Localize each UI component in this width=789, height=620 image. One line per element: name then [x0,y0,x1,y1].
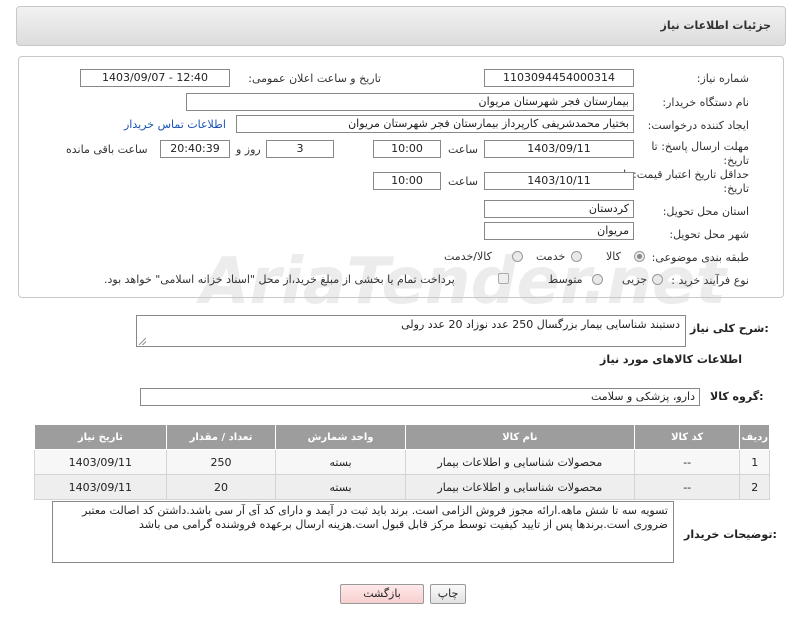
validity-label: حداقل تاریخ اعتبار قیمت: تا تاریخ: [623,168,749,195]
buyer-notes-label: توضیحات خریدار: [684,528,777,541]
summary-label: شرح کلی نیاز: [690,322,769,335]
cell-need-date: 1403/09/11 [34,474,167,500]
province-field: کردستان [484,200,634,218]
validity-date-field: 1403/10/11 [484,172,634,190]
cell-goods-code: -- [633,449,741,475]
summary-text: دستبند شناسایی بیمار بزرگسال 250 عدد نوز… [401,318,680,331]
page-header: جزئیات اطلاعات نیاز [16,6,786,46]
cell-need-date: 1403/09/11 [34,449,167,475]
col-row-number: ردیف [739,424,770,450]
days-label: روز و [236,143,261,156]
goods-info-title: اطلاعات کالاهای مورد نیاز [600,353,742,366]
treasury-payment-note: پرداخت تمام یا بخشی از مبلغ خرید،از محل … [104,273,455,286]
process-medium-radio[interactable] [592,274,603,285]
cell-row-number: 2 [739,474,770,500]
col-goods-name: نام کالا [404,424,635,450]
resize-handle[interactable] [139,338,146,345]
category-service-label: خدمت [536,250,566,263]
category-goods-label: کالا [606,250,621,263]
category-both-radio[interactable] [512,251,523,262]
col-need-date: تاریخ نیاز [34,424,167,450]
table-row: 1 -- محصولات شناسایی و اطلاعات بیمار بست… [34,449,770,475]
buyer-contact-link[interactable]: اطلاعات تماس خریدار [124,118,226,131]
goods-group-label: گروه کالا: [710,390,764,403]
page-title: جزئیات اطلاعات نیاز [660,19,772,32]
category-goods-radio[interactable] [634,251,645,262]
cell-quantity: 250 [165,449,277,475]
treasury-payment-checkbox[interactable] [498,273,509,284]
process-minor-radio[interactable] [652,274,663,285]
need-number-field: 1103094454000314 [484,69,634,87]
cell-goods-name: محصولات شناسایی و اطلاعات بیمار [404,474,635,500]
process-minor-label: جزیی [622,273,648,286]
buyer-notes-box: تسویه سه تا شش ماهه.ارائه مجوز فروش الزا… [52,501,674,563]
remaining-days-field: 3 [266,140,334,158]
deadline-label: مهلت ارسال پاسخ: تا تاریخ: [651,140,749,167]
process-medium-label: متوسط [548,273,583,286]
category-label: طبقه بندی موضوعی: [651,251,749,264]
buyer-org-label: نام دستگاه خریدار: [662,96,749,109]
cell-quantity: 20 [165,474,277,500]
col-unit: واحد شمارش [275,424,406,450]
validity-time-field: 10:00 [373,172,441,190]
remaining-time-field: 20:40:39 [160,140,230,158]
col-quantity: تعداد / مقدار [165,424,277,450]
cell-unit: بسته [275,474,406,500]
city-field: مریوان [484,222,634,240]
province-label: استان محل تحویل: [662,205,749,218]
summary-textarea[interactable]: دستبند شناسایی بیمار بزرگسال 250 عدد نوز… [136,315,686,347]
cell-goods-name: محصولات شناسایی و اطلاعات بیمار [404,449,635,475]
col-goods-code: کد کالا [633,424,741,450]
process-label: نوع فرآیند خرید : [671,274,749,287]
requester-label: ایجاد کننده درخواست: [647,119,749,132]
back-button[interactable]: بازگشت [340,584,424,604]
cell-unit: بسته [275,449,406,475]
buyer-org-field: بیمارستان فجر شهرستان مریوان [186,93,634,111]
category-service-radio[interactable] [571,251,582,262]
table-header-row: ردیف کد کالا نام کالا واحد شمارش تعداد /… [34,424,770,450]
requester-field: بختیار محمدشریفی کارپرداز بیمارستان فجر … [236,115,634,133]
validity-time-label: ساعت [448,175,478,188]
print-button[interactable]: چاپ [430,584,466,604]
announce-date-label: تاریخ و ساعت اعلان عمومی: [248,72,381,85]
cell-row-number: 1 [739,449,770,475]
table-row: 2 -- محصولات شناسایی و اطلاعات بیمار بست… [34,474,770,500]
deadline-time-label: ساعت [448,143,478,156]
announce-date-field: 1403/09/07 - 12:40 [80,69,230,87]
remaining-label: ساعت باقی مانده [66,143,148,156]
need-number-label: شماره نیاز: [696,72,749,85]
goods-group-field: دارو، پزشکی و سلامت [140,388,700,406]
city-label: شهر محل تحویل: [669,228,749,241]
deadline-time-field: 10:00 [373,140,441,158]
deadline-date-field: 1403/09/11 [484,140,634,158]
goods-table: ردیف کد کالا نام کالا واحد شمارش تعداد /… [34,424,770,500]
cell-goods-code: -- [633,474,741,500]
category-both-label: کالا/خدمت [444,250,492,263]
